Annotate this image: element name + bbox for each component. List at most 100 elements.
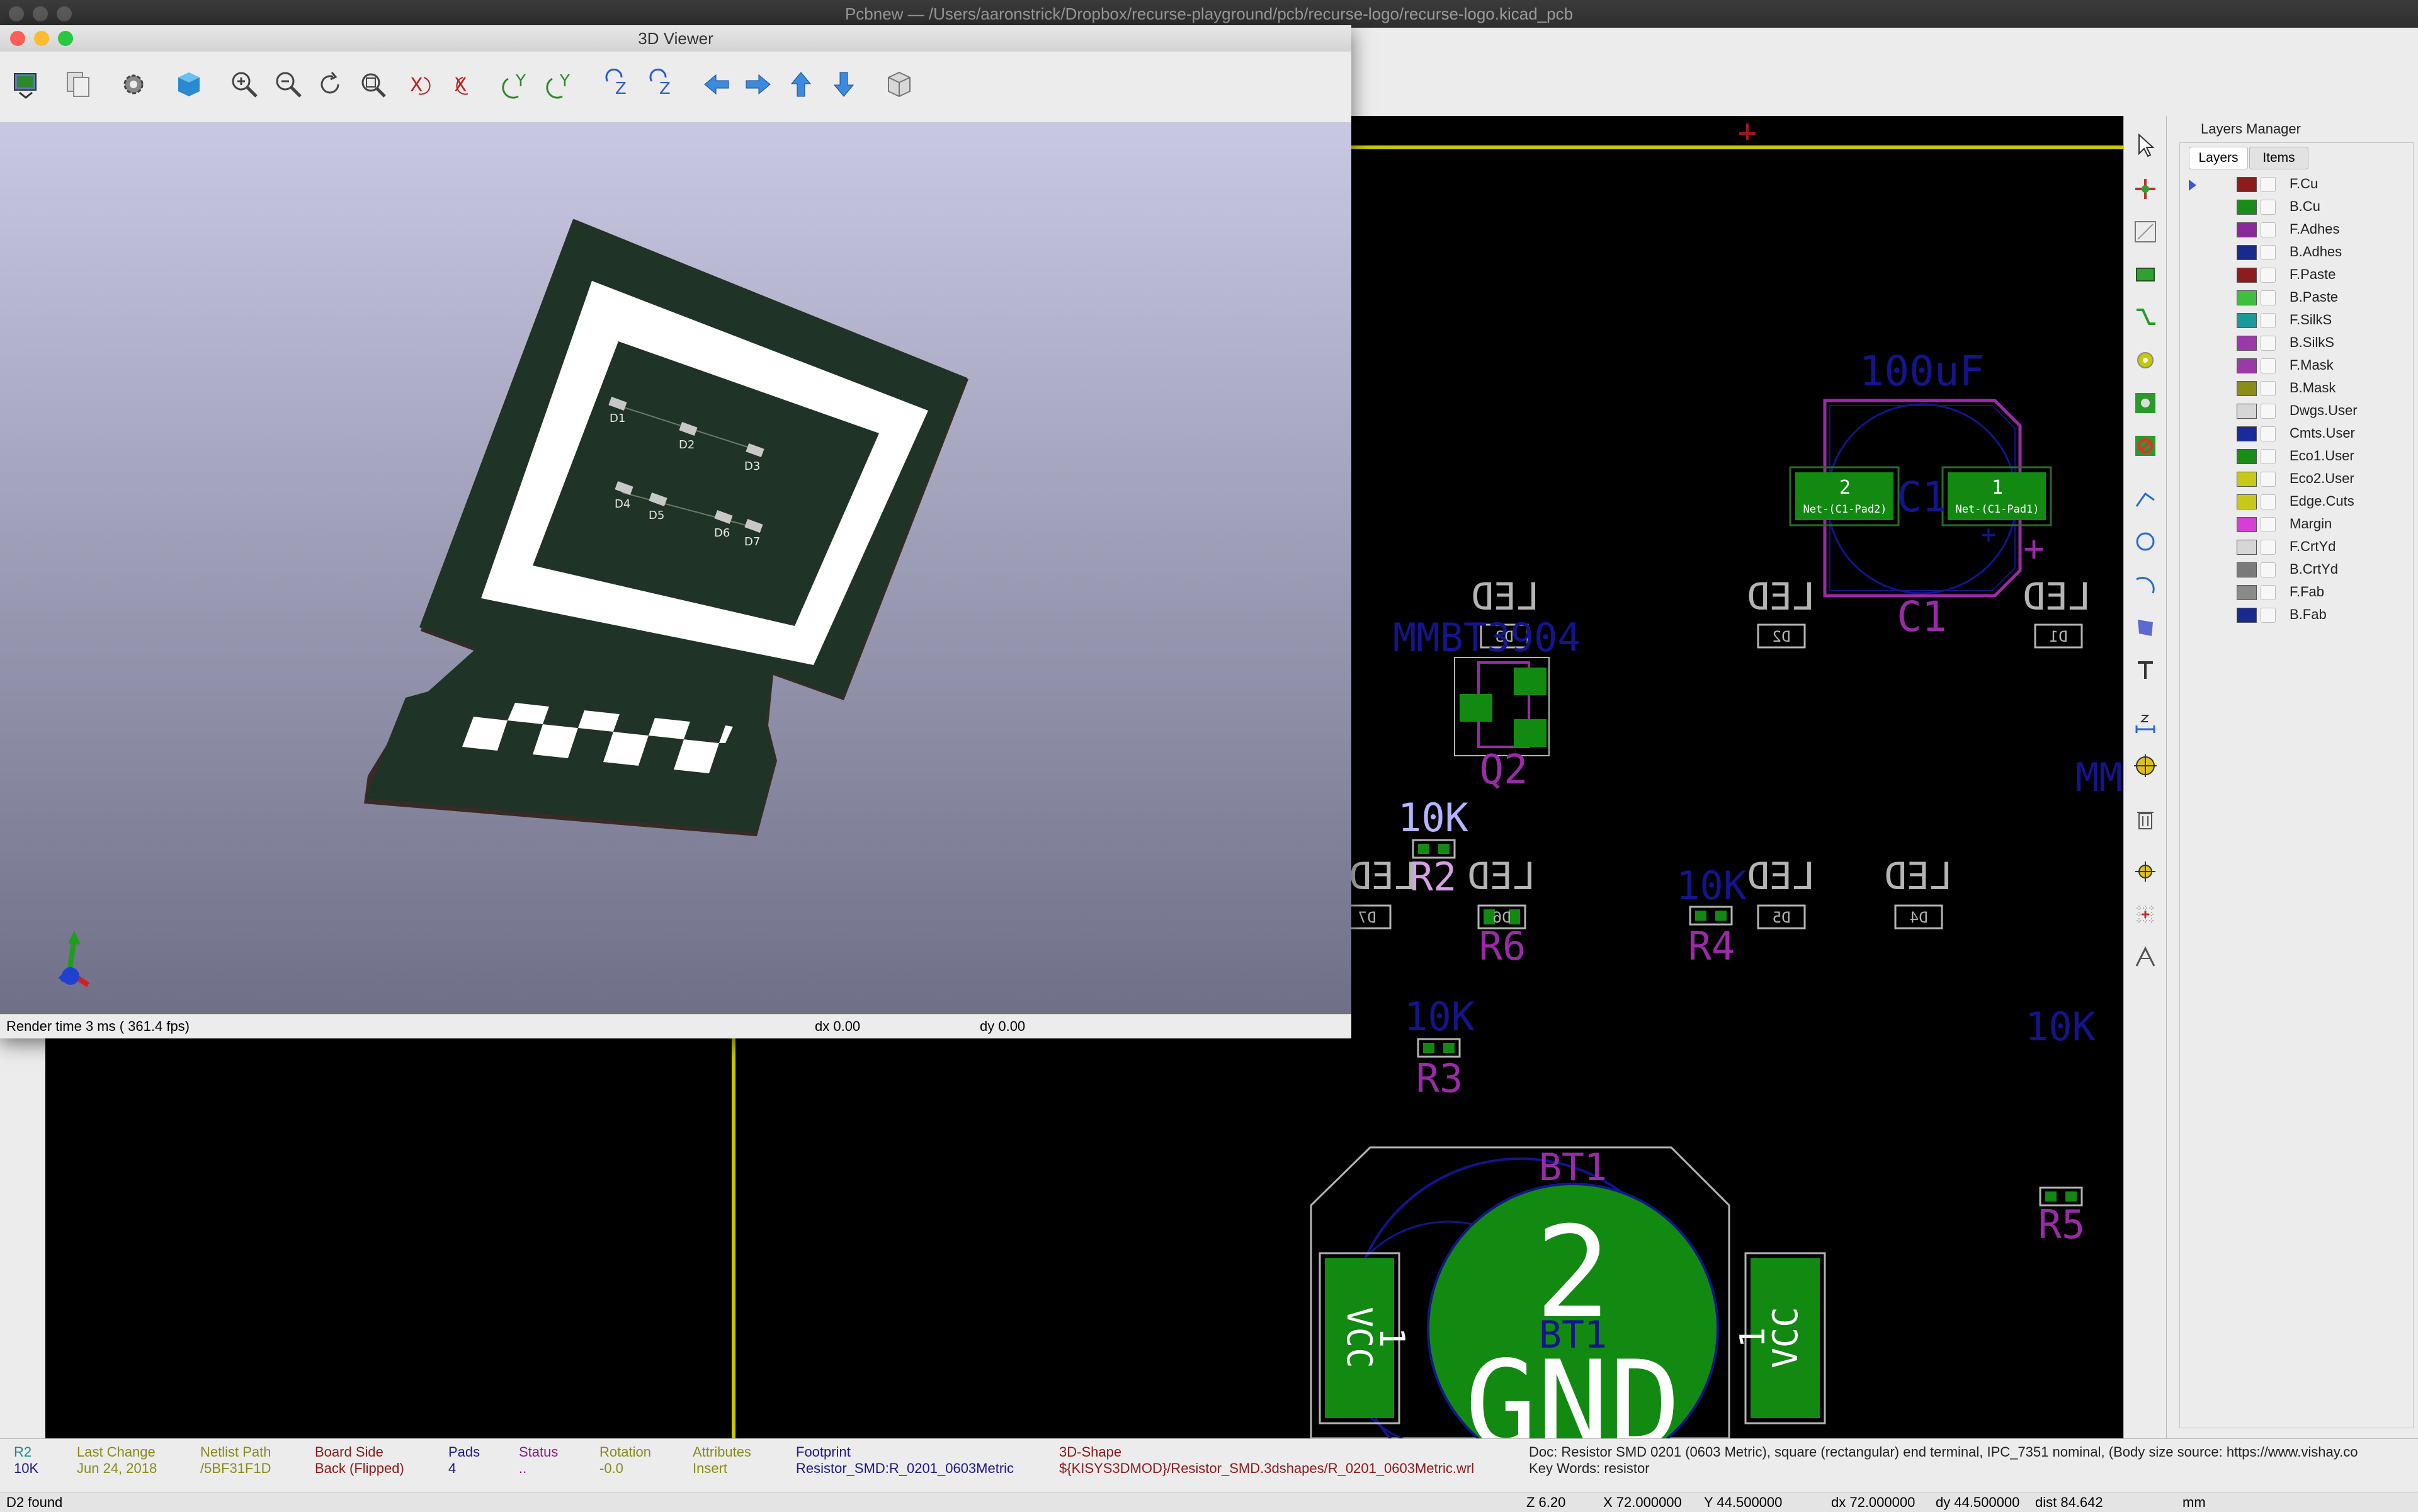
rotate-z-ccw-icon[interactable]: Z <box>644 67 679 102</box>
led-ref-d4: D4 <box>615 497 630 511</box>
svg-text:X: X <box>410 74 423 96</box>
refresh-icon[interactable] <box>312 67 348 102</box>
layer-row-ffab[interactable]: F.Fab <box>2182 581 2418 604</box>
layer-visible-checkbox[interactable] <box>2261 540 2276 555</box>
select-arrow-icon[interactable] <box>2128 127 2163 162</box>
tab-layers[interactable]: Layers <box>2189 147 2248 169</box>
layer-visible-checkbox[interactable] <box>2261 200 2276 215</box>
3d-render-canvas[interactable]: D1 D2 D3 D4 D5 D6 D7 <box>0 122 1351 1038</box>
layer-row-fadhes[interactable]: F.Adhes <box>2182 219 2418 241</box>
move-up-icon[interactable] <box>783 67 819 102</box>
dimension-icon[interactable] <box>2128 705 2163 741</box>
layer-visible-checkbox[interactable] <box>2261 517 2276 532</box>
add-polygon-icon[interactable] <box>2128 610 2163 645</box>
highlight-net-icon[interactable] <box>2128 171 2163 207</box>
delete-icon[interactable] <box>2128 801 2163 836</box>
keepout-icon[interactable] <box>2128 428 2163 463</box>
copy-image-icon[interactable] <box>60 67 96 102</box>
led-ref-d6: D6 <box>714 526 730 540</box>
layer-row-bsilks[interactable]: B.SilkS <box>2182 332 2418 355</box>
d7-ref: D7 <box>1358 909 1376 926</box>
rotate-z-cw-icon[interactable]: Z <box>599 67 635 102</box>
led-ref-d7: D7 <box>744 535 760 549</box>
layer-row-fpaste[interactable]: F.Paste <box>2182 264 2418 287</box>
layer-row-edgecuts[interactable]: Edge.Cuts <box>2182 491 2418 513</box>
layer-visible-checkbox[interactable] <box>2261 245 2276 260</box>
move-down-icon[interactable] <box>826 67 861 102</box>
layer-row-bcu[interactable]: B.Cu <box>2182 196 2418 219</box>
zoom-in-icon[interactable] <box>227 67 262 102</box>
add-text-icon[interactable] <box>2128 652 2163 688</box>
layer-row-fsilks[interactable]: F.SilkS <box>2182 309 2418 332</box>
viewer-minimize-button[interactable] <box>34 31 49 46</box>
layer-row-bmask[interactable]: B.Mask <box>2182 377 2418 400</box>
main-titlebar: Pcbnew — /Users/aaronstrick/Dropbox/recu… <box>0 0 2418 28</box>
rotate-x-ccw-icon[interactable]: X <box>447 67 482 102</box>
layer-row-bfab[interactable]: B.Fab <box>2182 604 2418 627</box>
viewer-close-button[interactable] <box>10 31 25 46</box>
layer-visible-checkbox[interactable] <box>2261 313 2276 328</box>
minimize-button[interactable] <box>33 6 48 21</box>
layer-visible-checkbox[interactable] <box>2261 426 2276 441</box>
viewer-titlebar[interactable]: 3D Viewer <box>0 25 1351 52</box>
layer-row-dwgs[interactable]: Dwgs.User <box>2182 400 2418 423</box>
add-via-icon[interactable] <box>2128 343 2163 378</box>
layer-visible-checkbox[interactable] <box>2261 404 2276 419</box>
d4-ref: D4 <box>1910 909 1928 926</box>
rotate-y-cw-icon[interactable]: Y <box>500 67 535 102</box>
add-arc-icon[interactable] <box>2128 567 2163 602</box>
rotate-x-cw-icon[interactable]: X <box>403 67 438 102</box>
layer-visible-checkbox[interactable] <box>2261 562 2276 577</box>
layer-row-eco1[interactable]: Eco1.User <box>2182 445 2418 468</box>
zoom-out-icon[interactable] <box>271 67 306 102</box>
viewer-zoom-button[interactable] <box>58 31 73 46</box>
close-button[interactable] <box>9 6 24 21</box>
layer-row-cmts[interactable]: Cmts.User <box>2182 423 2418 445</box>
place-origin-icon[interactable] <box>2128 854 2163 889</box>
rotate-y-ccw-icon[interactable]: Y <box>544 67 579 102</box>
board-3d-render[interactable]: D1 D2 D3 D4 D5 D6 D7 <box>0 122 1351 1014</box>
bt1-gnd: GND <box>1465 1335 1681 1438</box>
move-right-icon[interactable] <box>741 67 776 102</box>
layer-row-fcu[interactable]: F.Cu <box>2182 173 2418 196</box>
layer-visible-checkbox[interactable] <box>2261 472 2276 487</box>
zoom-button[interactable] <box>57 6 72 21</box>
add-circle-icon[interactable] <box>2128 524 2163 559</box>
layer-visible-checkbox[interactable] <box>2261 449 2276 464</box>
led-label-d6: LED <box>1467 855 1535 899</box>
layer-visible-checkbox[interactable] <box>2261 268 2276 283</box>
local-ratsnest-icon[interactable] <box>2128 214 2163 249</box>
measure-icon[interactable] <box>2128 940 2163 975</box>
footprint-icon[interactable] <box>2128 257 2163 292</box>
layer-visible-checkbox[interactable] <box>2261 358 2276 373</box>
layer-visible-checkbox[interactable] <box>2261 608 2276 623</box>
preferences-icon[interactable] <box>116 67 151 102</box>
render-3d-icon[interactable] <box>171 67 207 102</box>
layer-row-fcrtyd[interactable]: F.CrtYd <box>2182 536 2418 559</box>
layer-visible-checkbox[interactable] <box>2261 585 2276 600</box>
msg-status: Status.. <box>519 1444 559 1476</box>
zoom-fit-icon[interactable] <box>355 67 390 102</box>
led-row-top: LED LED LED <box>1471 575 2091 619</box>
move-left-icon[interactable] <box>699 67 734 102</box>
target-icon[interactable] <box>2128 748 2163 783</box>
ortho-view-icon[interactable] <box>882 67 917 102</box>
layer-row-fmask[interactable]: F.Mask <box>2182 355 2418 377</box>
layer-visible-checkbox[interactable] <box>2261 494 2276 509</box>
layer-visible-checkbox[interactable] <box>2261 336 2276 351</box>
layer-visible-checkbox[interactable] <box>2261 177 2276 192</box>
layer-row-eco2[interactable]: Eco2.User <box>2182 468 2418 491</box>
layer-visible-checkbox[interactable] <box>2261 381 2276 396</box>
layer-visible-checkbox[interactable] <box>2261 222 2276 237</box>
layer-row-bcrtyd[interactable]: B.CrtYd <box>2182 559 2418 581</box>
layer-row-badhes[interactable]: B.Adhes <box>2182 241 2418 264</box>
add-zone-icon[interactable] <box>2128 385 2163 421</box>
tab-items[interactable]: Items <box>2249 147 2308 169</box>
reload-board-icon[interactable] <box>9 67 44 102</box>
layer-row-bpaste[interactable]: B.Paste <box>2182 287 2418 309</box>
layer-row-margin[interactable]: Margin <box>2182 513 2418 536</box>
grid-origin-icon[interactable] <box>2128 897 2163 932</box>
route-track-icon[interactable] <box>2128 300 2163 335</box>
layer-visible-checkbox[interactable] <box>2261 290 2276 305</box>
add-line-icon[interactable] <box>2128 481 2163 516</box>
